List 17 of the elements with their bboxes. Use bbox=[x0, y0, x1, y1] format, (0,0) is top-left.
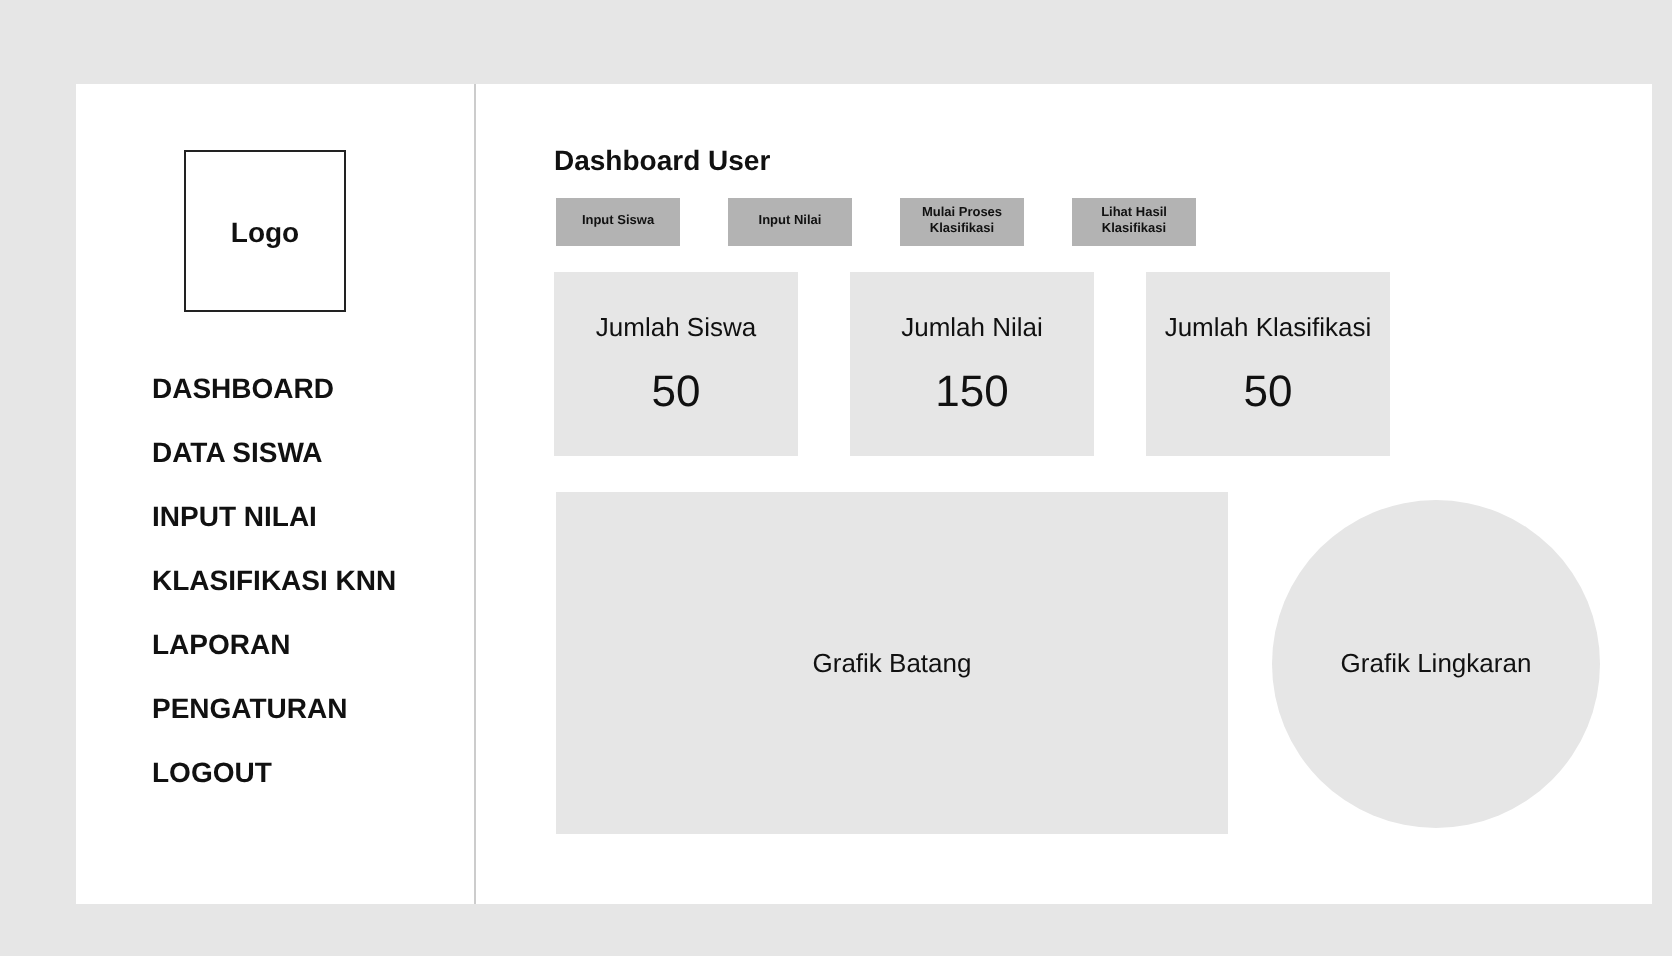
page-title: Dashboard User bbox=[554, 142, 773, 178]
sidebar-item[interactable]: PENGATURAN bbox=[152, 692, 348, 724]
stat-value: 50 bbox=[651, 366, 701, 418]
sidebar-item[interactable]: LOGOUT bbox=[152, 756, 272, 788]
sidebar-item[interactable]: LAPORAN bbox=[152, 628, 291, 660]
sidebar-item[interactable]: INPUT NILAI bbox=[152, 500, 317, 532]
stat-label: Jumlah Siswa bbox=[595, 312, 757, 342]
sidebar-item[interactable]: KLASIFIKASI KNN bbox=[152, 564, 397, 596]
stat-value: 50 bbox=[1243, 366, 1293, 418]
chart-label: Grafik Batang bbox=[812, 648, 972, 678]
stat-label: Jumlah Nilai bbox=[901, 312, 1043, 342]
chart-label: Grafik Lingkaran bbox=[1340, 648, 1532, 678]
logo-label: Logo bbox=[230, 215, 300, 247]
stat-label: Jumlah Klasifikasi bbox=[1164, 312, 1372, 342]
sidebar-item[interactable]: DATA SISWA bbox=[152, 436, 323, 468]
sidebar-item[interactable]: DASHBOARD bbox=[152, 372, 334, 404]
stat-value: 150 bbox=[935, 366, 1009, 418]
